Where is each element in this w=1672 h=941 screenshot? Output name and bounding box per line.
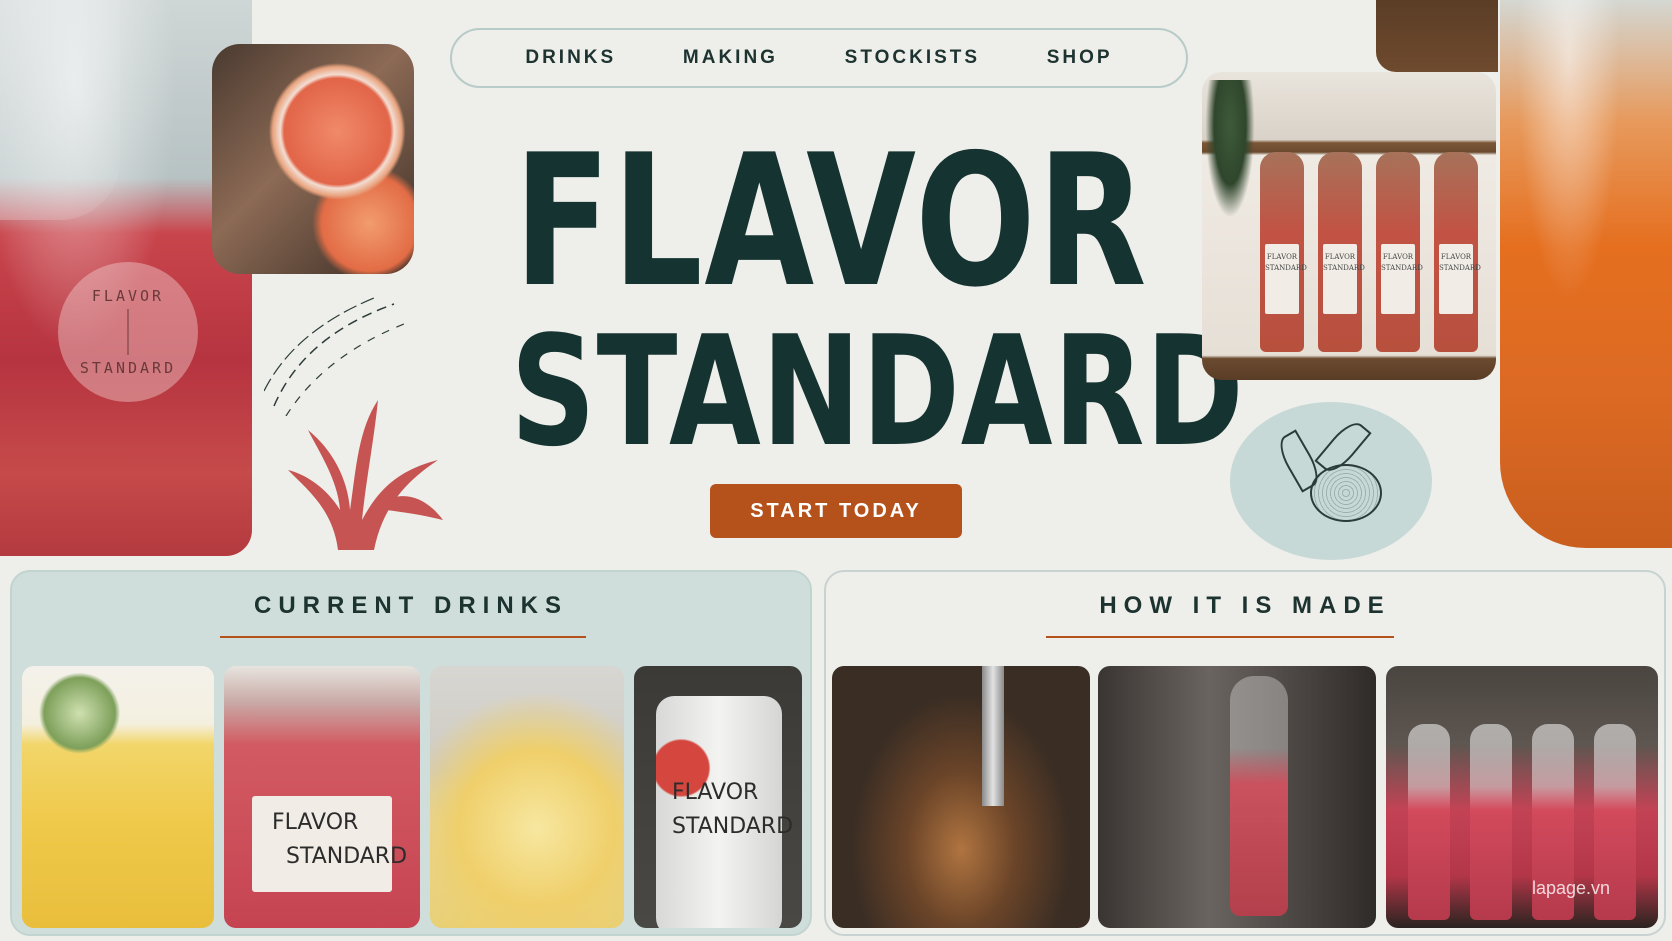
nav-shop[interactable]: SHOP — [1047, 47, 1113, 69]
brand-stamp: FLAVOR STANDARD — [58, 262, 198, 402]
hero-title-line1: FLAVOR — [513, 115, 1149, 327]
start-today-button[interactable]: START TODAY — [710, 484, 962, 538]
lemon-icon — [1310, 464, 1382, 522]
shelf-top-photo — [1376, 0, 1498, 72]
title-underline — [220, 636, 586, 638]
main-nav: DRINKS MAKING STOCKISTS SHOP — [450, 28, 1188, 88]
pipe-icon — [982, 666, 1004, 806]
bottle-label: FLAVOR STANDARD — [1381, 244, 1423, 314]
drink-tile-bottle[interactable]: FLAVOR STANDARD — [224, 666, 420, 928]
making-tile-filling[interactable] — [1098, 666, 1376, 928]
bottle-label: FLAVOR STANDARD — [1439, 244, 1481, 314]
grapefruit-cutting-photo — [212, 44, 414, 274]
bottle-label: FLAVOR STANDARD — [1323, 244, 1365, 314]
current-drinks-panel: CURRENT DRINKS FLAVOR STANDARD FLAVOR ST… — [10, 570, 812, 936]
bottle-icon — [1408, 724, 1450, 920]
stamp-text-top: FLAVOR — [91, 287, 165, 305]
making-tile-brewing[interactable] — [832, 666, 1090, 928]
stamp-text-bottom: STANDARD — [79, 359, 177, 377]
drink-tile-thyme[interactable] — [430, 666, 624, 928]
bottle-label-line1: FLAVOR — [272, 810, 359, 835]
title-underline — [1046, 636, 1394, 638]
bottle-label-line2: STANDARD — [286, 844, 408, 869]
nav-drinks[interactable]: DRINKS — [525, 47, 616, 69]
shelf-bottle: FLAVOR STANDARD — [1376, 152, 1423, 352]
can-label-line1: FLAVOR — [672, 780, 759, 805]
bottle-icon — [1230, 676, 1288, 916]
making-tile-bottling[interactable] — [1386, 666, 1658, 928]
shelf-bottle: FLAVOR STANDARD — [1318, 152, 1365, 352]
shelf-bottle: FLAVOR STANDARD — [1434, 152, 1481, 352]
how-it-is-made-title: HOW IT IS MADE — [1099, 592, 1391, 619]
lemon-illustration — [1230, 402, 1432, 560]
nav-making[interactable]: MAKING — [683, 47, 778, 69]
bottle-neck-highlight — [0, 0, 120, 220]
orange-juice-photo — [1500, 0, 1672, 548]
bottle-label: FLAVOR STANDARD — [252, 796, 407, 892]
watermark: lapage.vn — [1532, 878, 1611, 898]
can-label: FLAVOR STANDARD — [672, 776, 793, 844]
nav-stockists[interactable]: STOCKISTS — [845, 47, 980, 69]
current-drinks-title: CURRENT DRINKS — [254, 592, 568, 619]
bottle-icon — [1470, 724, 1512, 920]
sprig-icon — [121, 309, 135, 355]
shelf-bottle: FLAVOR STANDARD — [1260, 152, 1307, 352]
hero-title: FLAVOR STANDARD — [510, 115, 1245, 480]
drink-tile-cucumber[interactable] — [22, 666, 214, 928]
drink-tile-can[interactable]: FLAVOR STANDARD — [634, 666, 802, 928]
coral-icon — [288, 400, 443, 550]
bottle-label: FLAVOR STANDARD — [1265, 244, 1307, 314]
can-label-line2: STANDARD — [672, 814, 794, 839]
hero-title-line2: STANDARD — [510, 303, 1245, 480]
plant-photo — [1202, 80, 1258, 230]
